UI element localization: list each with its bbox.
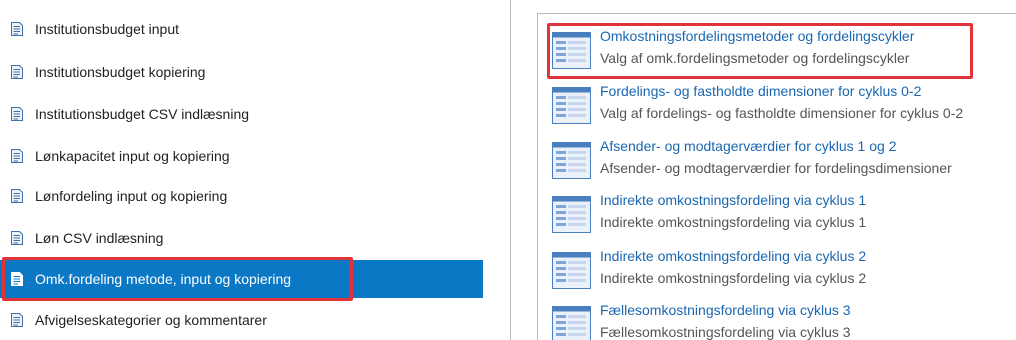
tile-title[interactable]: Omkostningsfordelingsmetoder og fordelin…	[600, 28, 914, 44]
tile-fordelings-dimensioner[interactable]: Fordelings- og fastholdte dimensioner fo…	[552, 81, 1016, 133]
tile-title[interactable]: Indirekte omkostningsfordeling via cyklu…	[600, 248, 866, 264]
tile-subtitle: Afsender- og modtagerværdier for fordeli…	[600, 160, 952, 176]
form-icon	[552, 32, 591, 69]
tile-indirekte-cyklus-1[interactable]: Indirekte omkostningsfordeling via cyklu…	[552, 190, 1016, 242]
nav-item-loenfordeling[interactable]: Lønfordeling input og kopiering	[0, 177, 483, 215]
content-panel: Omkostningsfordelingsmetoder og fordelin…	[537, 13, 1016, 340]
form-icon	[552, 306, 591, 340]
form-icon	[552, 142, 591, 179]
document-icon	[11, 231, 23, 245]
tile-subtitle: Fællesomkostningsfordeling via cyklus 3	[600, 324, 851, 340]
form-icon	[552, 252, 591, 289]
nav-item-loenkapacitet[interactable]: Lønkapacitet input og kopiering	[0, 137, 483, 175]
tile-title[interactable]: Fællesomkostningsfordeling via cyklus 3	[600, 302, 851, 318]
tile-title[interactable]: Indirekte omkostningsfordeling via cyklu…	[600, 192, 866, 208]
tile-indirekte-cyklus-2[interactable]: Indirekte omkostningsfordeling via cyklu…	[552, 246, 1016, 298]
left-navigation: Institutionsbudget input Institutionsbud…	[0, 0, 486, 340]
nav-item-institutionsbudget-kopiering[interactable]: Institutionsbudget kopiering	[0, 53, 483, 91]
tile-title[interactable]: Afsender- og modtagerværdier for cyklus …	[600, 138, 896, 154]
form-icon	[552, 87, 591, 124]
tile-subtitle: Valg af fordelings- og fastholdte dimens…	[600, 105, 964, 121]
tile-faellesomkostning-cyklus-3[interactable]: Fællesomkostningsfordeling via cyklus 3 …	[552, 300, 1016, 340]
nav-item-label: Lønfordeling input og kopiering	[35, 188, 228, 204]
nav-item-label: Omk.fordeling metode, input og kopiering	[35, 271, 292, 287]
document-icon	[11, 272, 23, 286]
nav-item-label: Institutionsbudget kopiering	[35, 64, 206, 80]
nav-item-institutionsbudget-input[interactable]: Institutionsbudget input	[0, 10, 483, 48]
nav-item-omkfordeling-selected[interactable]: Omk.fordeling metode, input og kopiering	[0, 260, 483, 298]
tile-omkostningsfordelingsmetoder[interactable]: Omkostningsfordelingsmetoder og fordelin…	[552, 26, 1016, 78]
nav-item-label: Afvigelseskategorier og kommentarer	[35, 312, 267, 328]
nav-item-label: Institutionsbudget CSV indlæsning	[35, 106, 250, 122]
document-icon	[11, 313, 23, 327]
form-icon	[552, 196, 591, 233]
nav-item-afvigelseskategorier[interactable]: Afvigelseskategorier og kommentarer	[0, 301, 483, 339]
tile-subtitle: Indirekte omkostningsfordeling via cyklu…	[600, 214, 867, 230]
tile-afsender-modtagervaerdier[interactable]: Afsender- og modtagerværdier for cyklus …	[552, 136, 1016, 188]
nav-item-label: Institutionsbudget input	[35, 21, 179, 37]
nav-item-loen-csv[interactable]: Løn CSV indlæsning	[0, 219, 483, 257]
nav-item-institutionsbudget-csv[interactable]: Institutionsbudget CSV indlæsning	[0, 95, 483, 133]
document-icon	[11, 107, 23, 121]
nav-item-label: Lønkapacitet input og kopiering	[35, 148, 230, 164]
nav-item-label: Løn CSV indlæsning	[35, 230, 164, 246]
document-icon	[11, 189, 23, 203]
tile-title[interactable]: Fordelings- og fastholdte dimensioner fo…	[600, 83, 921, 99]
tile-subtitle: Valg af omk.fordelingsmetoder og fordeli…	[600, 50, 910, 66]
document-icon	[11, 65, 23, 79]
document-icon	[11, 149, 23, 163]
tile-subtitle: Indirekte omkostningsfordeling via cyklu…	[600, 270, 867, 286]
panel-divider	[510, 0, 511, 340]
document-icon	[11, 22, 23, 36]
